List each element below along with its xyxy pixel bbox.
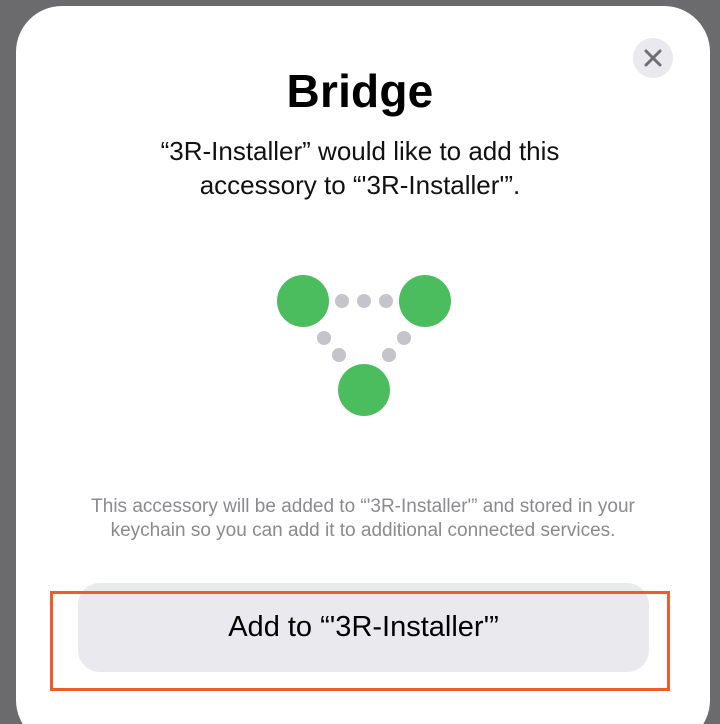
add-to-home-button[interactable]: Add to “'3R-Installer'” [78, 583, 649, 672]
dialog-subtitle: “3R-Installer” would like to add this ac… [160, 136, 560, 200]
bridge-network-icon [277, 275, 451, 416]
screen: Bridge “3R-Installer” would like to add … [0, 0, 720, 724]
info-text: This accessory will be added to “'3R-Ins… [91, 496, 635, 541]
add-button-label: Add to “'3R-Installer'” [228, 611, 499, 643]
dialog-title: Bridge [286, 65, 434, 117]
